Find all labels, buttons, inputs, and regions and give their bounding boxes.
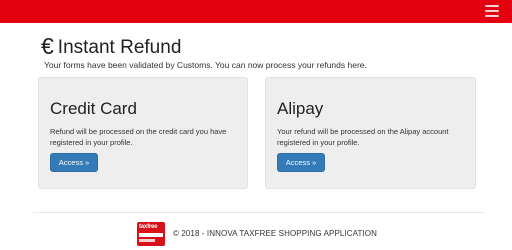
logo-band [139,233,163,237]
logo-band-secondary [139,239,155,242]
page-title: € Instant Refund [41,33,181,60]
alipay-access-button[interactable]: Access » [277,153,325,172]
credit-card-description: Refund will be processed on the credit c… [50,127,227,147]
alipay-panel: Alipay Your refund will be processed on … [265,77,476,189]
alipay-description: Your refund will be processed on the Ali… [277,127,449,147]
alipay-title: Alipay [277,99,324,118]
taxfree-logo: taxfree [137,222,165,246]
credit-card-access-button[interactable]: Access » [50,153,98,172]
top-navbar [0,0,512,23]
footer-copyright: © 2018 - INNOVA TAXFREE SHOPPING APPLICA… [173,229,377,238]
page-title-text: Instant Refund [57,37,182,58]
footer-divider [33,212,483,213]
credit-card-panel: Credit Card Refund will be processed on … [38,77,248,189]
taxfree-logo-text: taxfree [139,224,158,230]
credit-card-title: Credit Card [50,99,137,118]
euro-icon: € [41,33,54,59]
page-subtitle: Your forms have been validated by Custom… [44,60,367,70]
hamburger-menu-icon[interactable] [485,5,499,17]
